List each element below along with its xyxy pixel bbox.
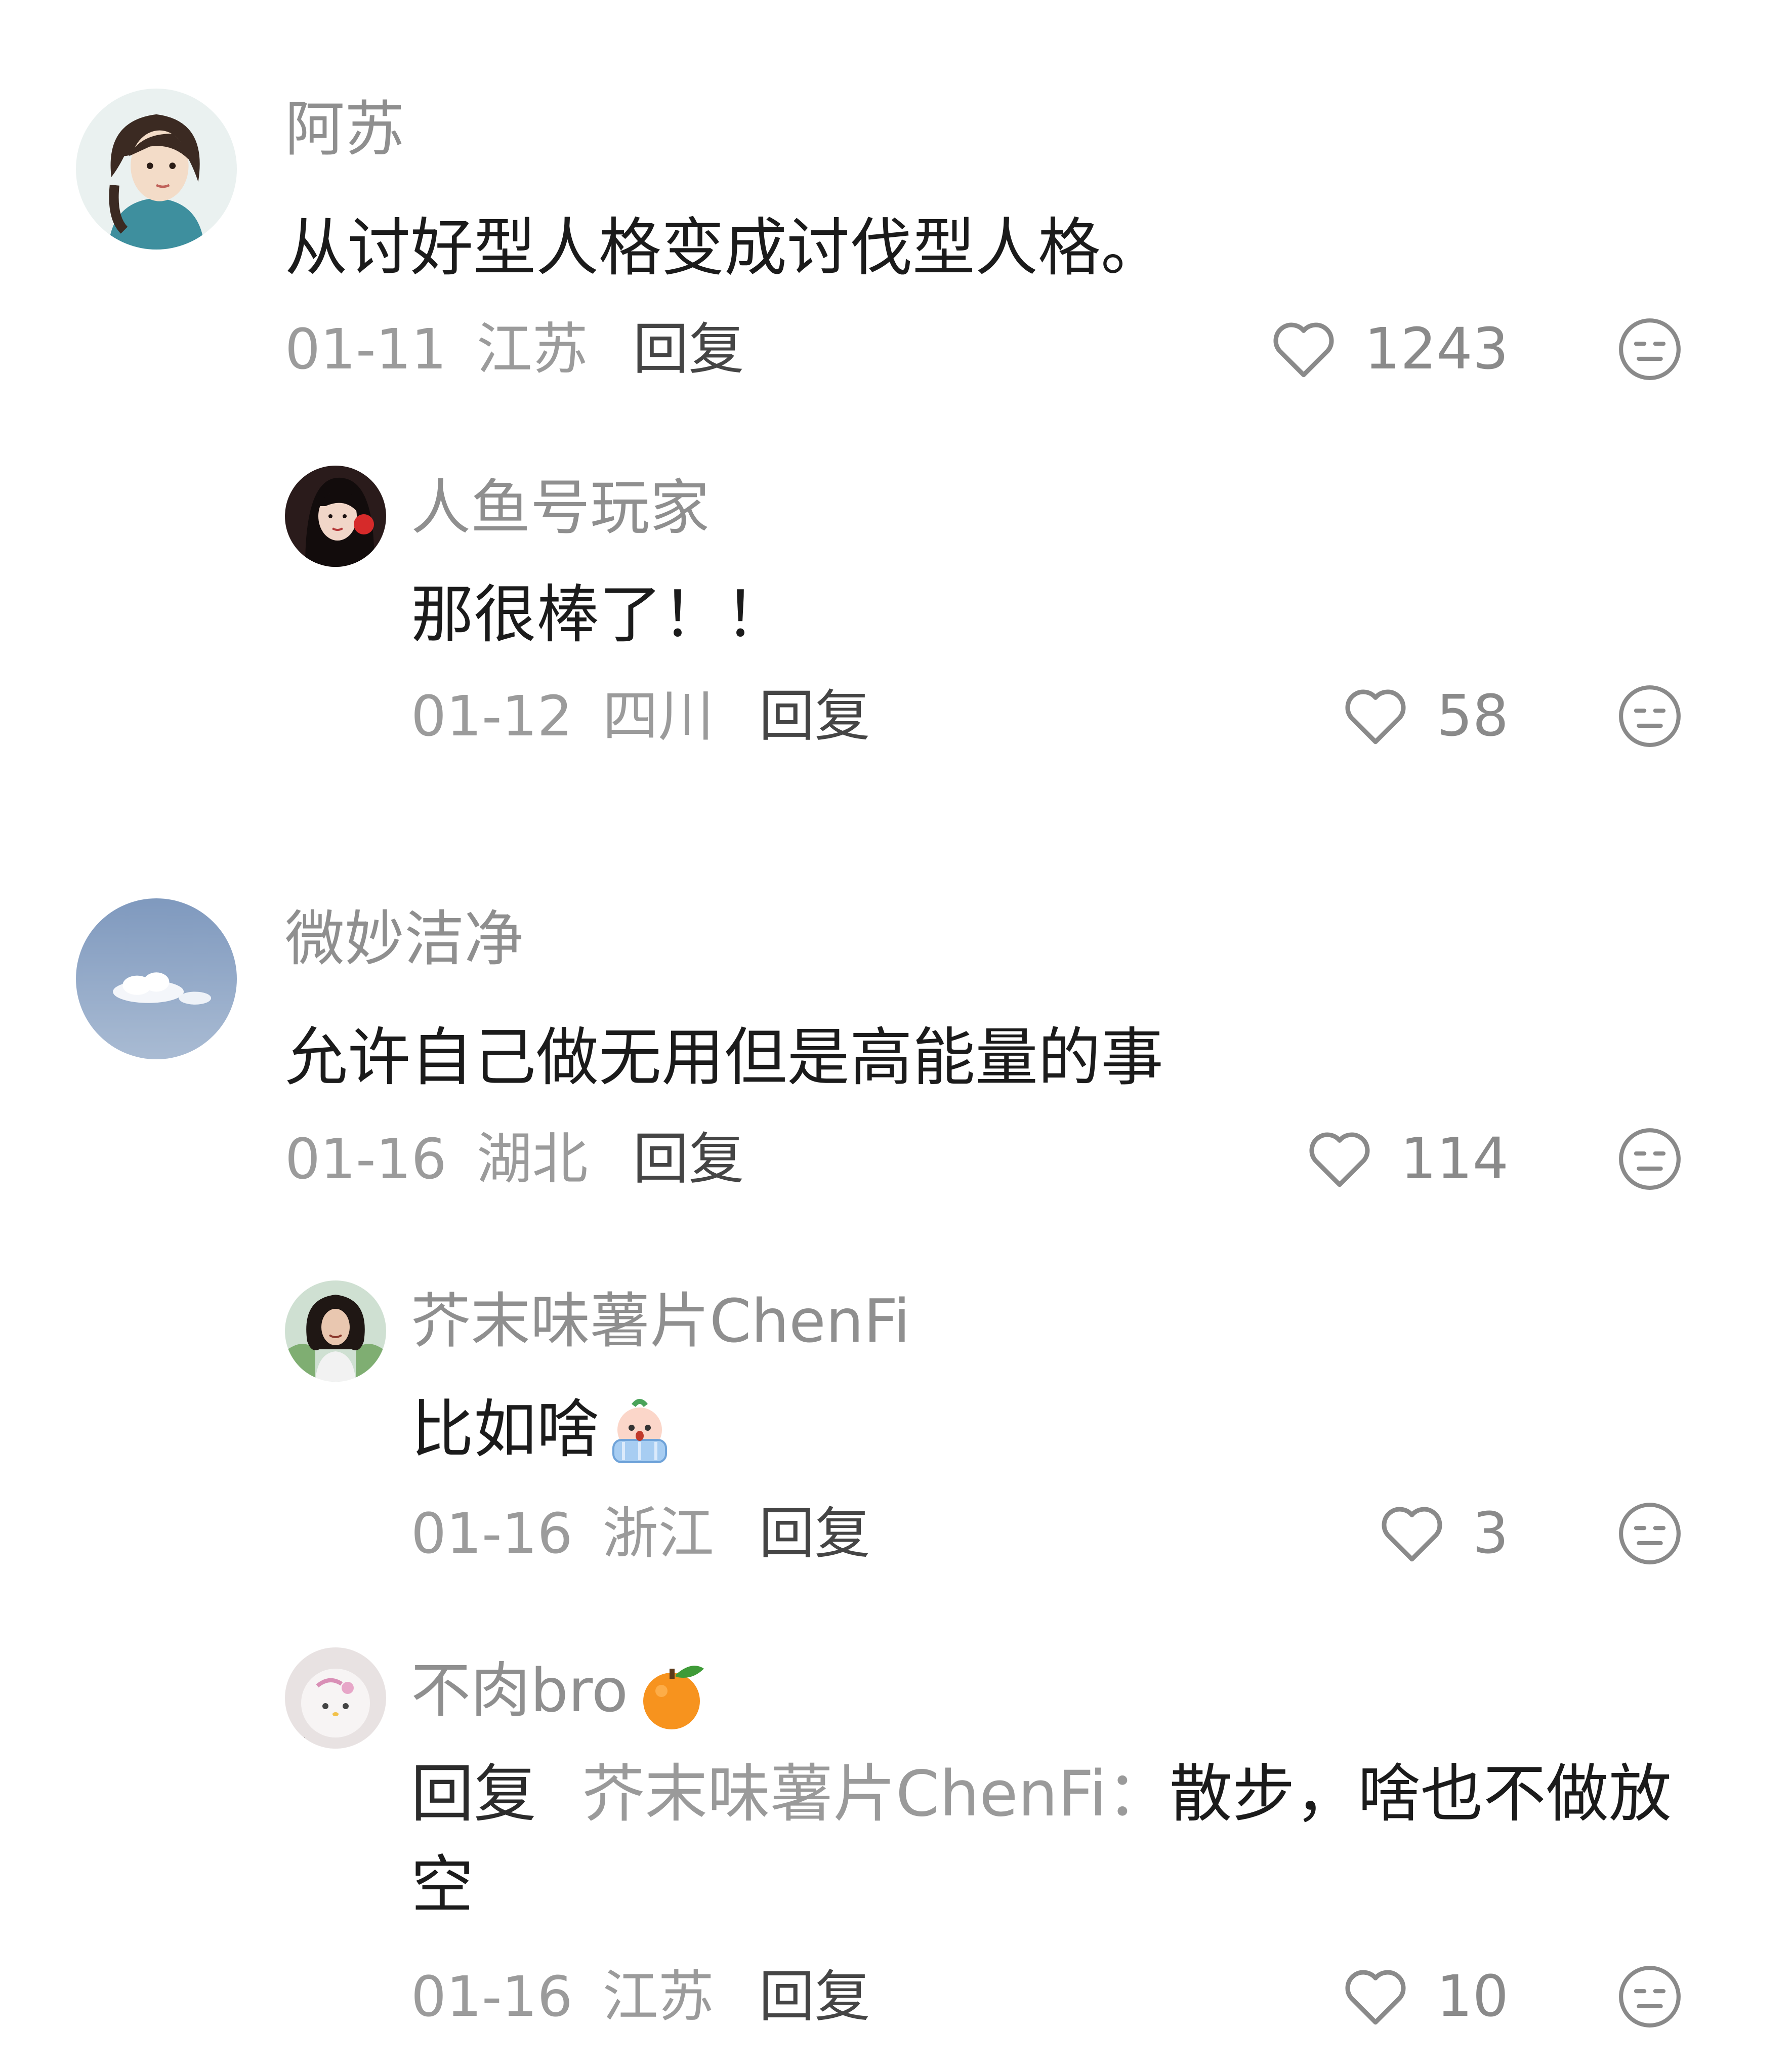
dislike-button[interactable]: [1617, 316, 1683, 382]
comment-location: 四川: [602, 684, 714, 749]
comment-text: 从讨好型人格变成讨伐型人格。: [285, 212, 1164, 284]
comment-text: 允许自己做无用但是高能量的事: [285, 1021, 1164, 1094]
comment-location: 湖北: [476, 1127, 588, 1191]
comment-location: 江苏: [602, 1964, 714, 2029]
like-button[interactable]: 1243: [1268, 314, 1509, 385]
comment-location: 浙江: [602, 1501, 714, 1566]
heart-icon: [1273, 322, 1334, 378]
like-count: 10: [1436, 1964, 1509, 2030]
reply-button[interactable]: 回复: [759, 684, 870, 749]
heart-icon: [1346, 689, 1406, 744]
avatar[interactable]: [285, 1280, 386, 1382]
reply-prefix: 回复: [411, 1758, 537, 1831]
avatar[interactable]: ~: [285, 1647, 386, 1749]
comment-meta: 01-16 江苏 回复: [411, 1961, 870, 2032]
meh-face-icon: [1619, 1503, 1681, 1564]
comment-location: 江苏: [476, 317, 588, 382]
username-text: 不肉bro: [411, 1656, 629, 1725]
tangerine-emoji: [631, 1654, 712, 1735]
comment-date: 01-16: [411, 1964, 573, 2029]
reply-button[interactable]: 回复: [633, 1127, 744, 1191]
comment-text: 比如啥: [411, 1384, 1651, 1475]
comment-text: 那很棒了！！: [411, 578, 788, 651]
username[interactable]: 人鱼号玩家: [411, 470, 710, 546]
reply-target-username[interactable]: 芥末味薯片ChenFi：: [582, 1758, 1170, 1831]
dislike-button[interactable]: [1617, 1964, 1683, 2030]
avatar[interactable]: [76, 898, 237, 1059]
like-button[interactable]: 114: [1304, 1124, 1509, 1194]
meh-face-icon: [1619, 685, 1681, 747]
like-count: 114: [1400, 1126, 1509, 1192]
meh-face-icon: [1619, 1128, 1681, 1190]
comment-text-body: 比如啥: [411, 1393, 600, 1466]
like-count: 1243: [1364, 316, 1509, 382]
heart-icon: [1309, 1132, 1370, 1187]
comment-date: 01-16: [285, 1127, 447, 1191]
dislike-button[interactable]: [1617, 1501, 1683, 1566]
comment-meta: 01-11 江苏 回复: [285, 314, 744, 385]
username[interactable]: 不肉bro: [411, 1652, 712, 1735]
comment-date: 01-12: [411, 684, 573, 749]
username[interactable]: 微妙洁净: [285, 901, 524, 977]
avatar[interactable]: [76, 89, 237, 250]
heart-icon: [1346, 1970, 1406, 2025]
comment-date: 01-11: [285, 317, 447, 382]
reply-button[interactable]: 回复: [633, 317, 744, 382]
crying-face-emoji: [599, 1393, 680, 1474]
like-count: 3: [1472, 1501, 1509, 1566]
like-button[interactable]: 58: [1340, 681, 1509, 752]
reply-button[interactable]: 回复: [759, 1501, 870, 1566]
reply-button[interactable]: 回复: [759, 1964, 870, 2029]
comment-text: 回复 芥末味薯片ChenFi：散步，啥也不做放空: [411, 1749, 1717, 1931]
like-count: 58: [1436, 683, 1509, 749]
like-button[interactable]: 10: [1340, 1961, 1509, 2032]
comment-meta: 01-12 四川 回复: [411, 681, 870, 752]
comment-meta: 01-16 湖北 回复: [285, 1124, 744, 1194]
like-button[interactable]: 3: [1377, 1498, 1509, 1569]
heart-icon: [1382, 1507, 1442, 1562]
dislike-button[interactable]: [1617, 1126, 1683, 1192]
svg-text:~: ~: [299, 1733, 306, 1743]
username[interactable]: 阿苏: [285, 91, 404, 167]
meh-face-icon: [1619, 318, 1681, 380]
comment-meta: 01-16 浙江 回复: [411, 1498, 870, 1569]
meh-face-icon: [1619, 1966, 1681, 2027]
username[interactable]: 芥末味薯片ChenFi: [411, 1283, 910, 1359]
dislike-button[interactable]: [1617, 683, 1683, 749]
avatar[interactable]: [285, 466, 386, 567]
comment-date: 01-16: [411, 1501, 573, 1566]
